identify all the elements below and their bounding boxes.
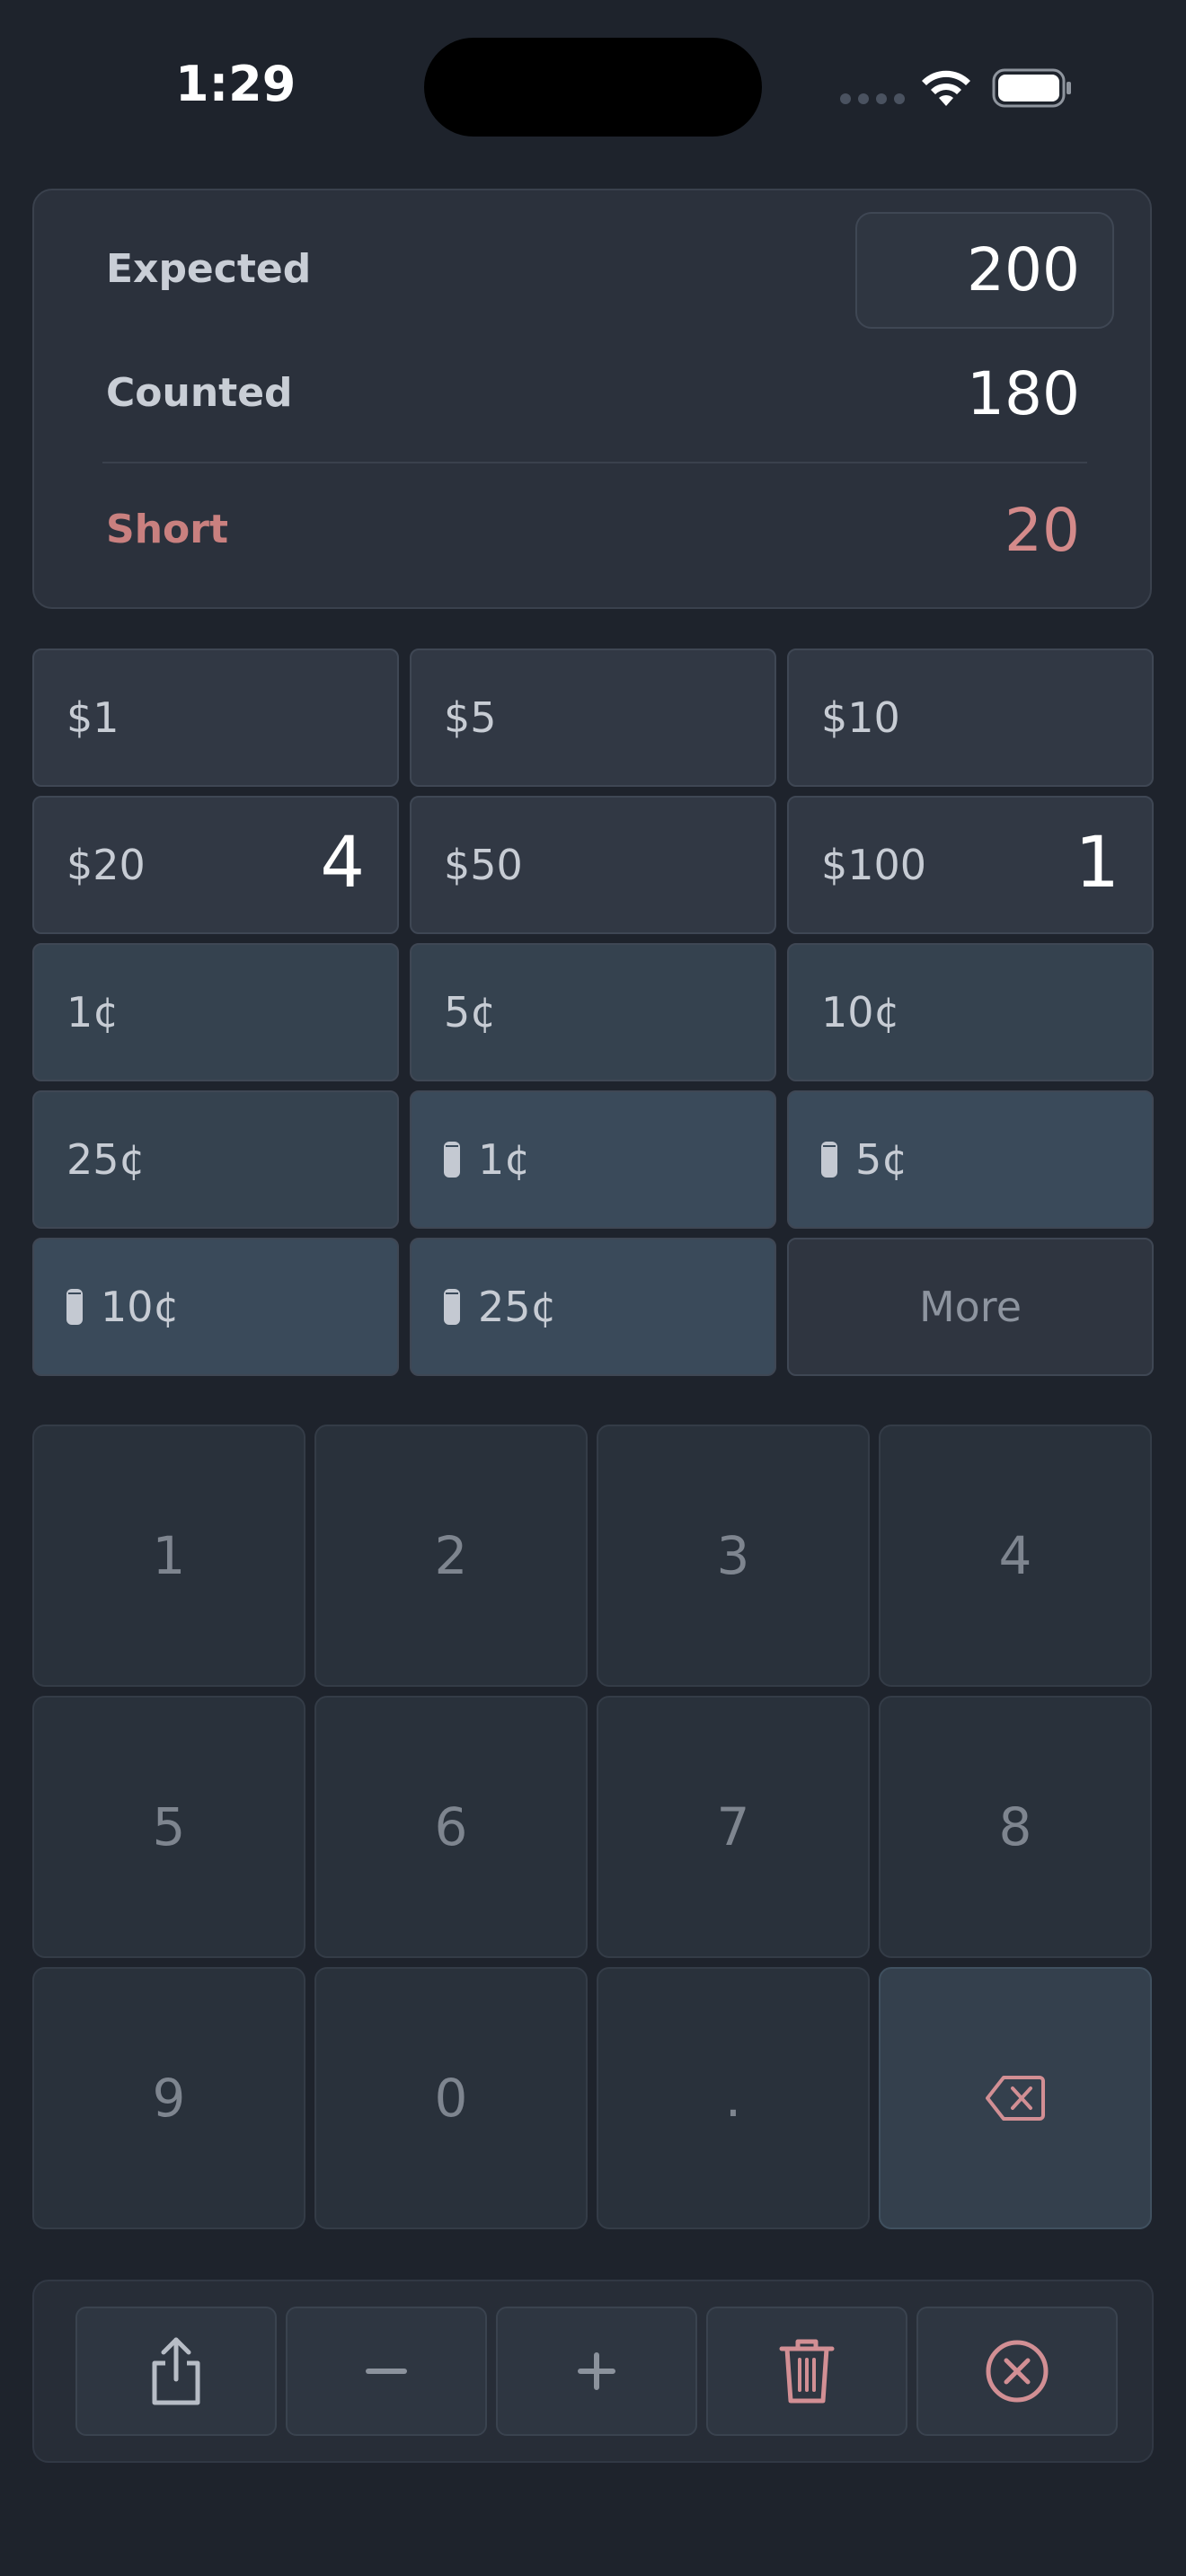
denom-button-5-cent[interactable]: 5¢ [410, 943, 776, 1081]
share-icon [152, 2337, 200, 2405]
key-8[interactable]: 8 [879, 1696, 1152, 1958]
denom-button-5-dollar[interactable]: $5 [410, 648, 776, 787]
key-4[interactable]: 4 [879, 1425, 1152, 1687]
denom-button-100-dollar[interactable]: $100 1 [787, 796, 1154, 934]
more-label: More [918, 1283, 1022, 1331]
backspace-icon [986, 2076, 1045, 2121]
counted-value: 180 [967, 359, 1080, 428]
denom-button-10-dollar[interactable]: $10 [787, 648, 1154, 787]
denom-label: 1¢ [66, 988, 119, 1037]
key-2[interactable]: 2 [314, 1425, 588, 1687]
plus-icon [578, 2352, 615, 2390]
cellular-signal-icon [840, 93, 905, 104]
denom-label: $5 [444, 693, 497, 742]
share-button[interactable] [75, 2307, 277, 2436]
backspace-button[interactable] [879, 1967, 1152, 2229]
more-button[interactable]: More [787, 1238, 1154, 1376]
key-1[interactable]: 1 [32, 1425, 305, 1687]
denom-button-10-cent-roll[interactable]: 10¢ [32, 1238, 399, 1376]
denomination-grid: $1 $5 $10 $20 4 $50 $100 1 1¢ 5¢ 10¢ 25¢… [32, 648, 1154, 1376]
denom-button-50-dollar[interactable]: $50 [410, 796, 776, 934]
dynamic-island [424, 38, 762, 137]
key-3[interactable]: 3 [597, 1425, 870, 1687]
key-5[interactable]: 5 [32, 1696, 305, 1958]
denom-button-5-cent-roll[interactable]: 5¢ [787, 1090, 1154, 1229]
delete-button[interactable] [706, 2307, 907, 2436]
minus-icon [366, 2369, 407, 2374]
denom-label: 25¢ [478, 1283, 557, 1331]
clear-button[interactable] [916, 2307, 1118, 2436]
coin-roll-icon [444, 1142, 460, 1178]
denom-label: $20 [66, 841, 146, 889]
key-decimal[interactable]: . [597, 1967, 870, 2229]
denom-button-20-dollar[interactable]: $20 4 [32, 796, 399, 934]
denom-label: 10¢ [101, 1283, 180, 1331]
denom-count: 1 [1075, 823, 1120, 904]
decrement-button[interactable] [286, 2307, 487, 2436]
short-label: Short [106, 507, 228, 552]
coin-roll-icon [821, 1142, 837, 1178]
denom-label: $10 [821, 693, 900, 742]
key-7[interactable]: 7 [597, 1696, 870, 1958]
denom-label: $100 [821, 841, 927, 889]
close-circle-icon [986, 2340, 1049, 2403]
wifi-icon [922, 70, 970, 106]
denom-button-25-cent-roll[interactable]: 25¢ [410, 1238, 776, 1376]
denom-label: $1 [66, 693, 119, 742]
denom-button-25-cent[interactable]: 25¢ [32, 1090, 399, 1229]
key-9[interactable]: 9 [32, 1967, 305, 2229]
denom-button-1-dollar[interactable]: $1 [32, 648, 399, 787]
denom-label: 5¢ [444, 988, 497, 1037]
key-6[interactable]: 6 [314, 1696, 588, 1958]
expected-label: Expected [106, 246, 312, 292]
denom-button-1-cent-roll[interactable]: 1¢ [410, 1090, 776, 1229]
denom-label: 10¢ [821, 988, 900, 1037]
denom-label: 25¢ [66, 1135, 146, 1184]
short-value: 20 [1005, 496, 1080, 565]
denom-label: 1¢ [478, 1135, 531, 1184]
bottom-toolbar [32, 2280, 1154, 2463]
status-time: 1:29 [175, 56, 296, 112]
denom-button-10-cent[interactable]: 10¢ [787, 943, 1154, 1081]
battery-icon [992, 68, 1071, 108]
increment-button[interactable] [496, 2307, 697, 2436]
denom-button-1-cent[interactable]: 1¢ [32, 943, 399, 1081]
denom-label: 5¢ [855, 1135, 908, 1184]
summary-divider [102, 462, 1087, 463]
denom-label: $50 [444, 841, 523, 889]
trash-icon [779, 2339, 835, 2404]
status-bar: 1:29 [0, 0, 1186, 171]
coin-roll-icon [444, 1289, 460, 1325]
key-0[interactable]: 0 [314, 1967, 588, 2229]
counted-label: Counted [106, 370, 293, 416]
coin-roll-icon [66, 1289, 83, 1325]
summary-card: Expected 200 Counted 180 Short 20 [32, 189, 1152, 609]
expected-value[interactable]: 200 [967, 235, 1080, 304]
number-keypad: 1 2 3 4 5 6 7 8 9 0 . [32, 1425, 1154, 2229]
denom-count: 4 [320, 823, 365, 904]
